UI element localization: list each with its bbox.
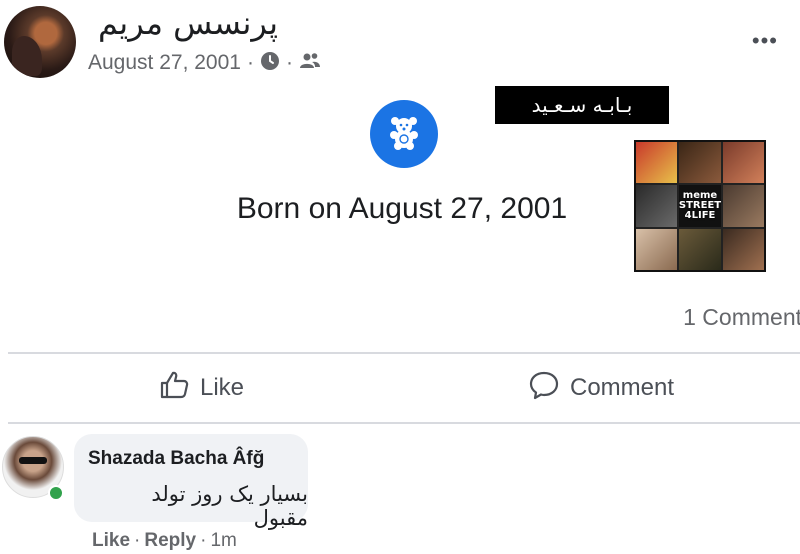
meme-tile <box>636 228 677 270</box>
teddy-bear-icon <box>384 112 424 157</box>
comment-reply-link[interactable]: Reply <box>144 530 196 552</box>
meme-tile <box>678 228 722 270</box>
comment-text: بسیار یک روز تولد مقبول <box>151 482 308 530</box>
author-avatar[interactable] <box>4 6 76 78</box>
author-name[interactable]: پرنسس مریم <box>98 4 278 42</box>
thumbs-up-icon <box>158 369 190 408</box>
comment-label: Comment <box>570 374 675 401</box>
life-event-text-row: Born on August 27, 2001 <box>0 192 800 226</box>
like-label: Like <box>200 374 245 401</box>
online-status-badge <box>48 485 64 501</box>
clock-icon <box>260 51 280 76</box>
divider <box>8 422 800 424</box>
comment-meta-separator: · <box>134 530 141 551</box>
comment-meta-separator: · <box>200 530 207 551</box>
comment-bubble-icon <box>528 369 560 408</box>
meme-tile <box>723 142 764 184</box>
overlay-label: بـابـه سـعـید <box>495 86 669 124</box>
post-date[interactable]: August 27, 2001 <box>88 51 241 75</box>
life-event-icon-circle <box>370 100 438 168</box>
post-meta: August 27, 2001 · · <box>88 50 321 76</box>
meme-tile <box>723 228 764 270</box>
comment-like-link[interactable]: Like <box>92 530 130 552</box>
meme-tile <box>678 142 722 184</box>
comment-count[interactable]: 1 Comment <box>683 304 800 331</box>
comment-button[interactable]: Comment <box>528 366 674 410</box>
like-button[interactable]: Like <box>158 366 244 410</box>
commenter-name[interactable]: Shazada Bacha Âfğ <box>88 448 264 470</box>
comment-time[interactable]: 1m <box>210 530 236 552</box>
more-options-icon[interactable]: ••• <box>752 28 778 54</box>
meta-separator-2: · <box>285 51 293 74</box>
divider <box>8 352 800 354</box>
meme-tile <box>636 142 677 184</box>
comment-actions: Like · Reply · 1m <box>92 530 237 552</box>
friends-icon[interactable] <box>299 51 321 76</box>
meta-separator: · <box>246 51 254 74</box>
life-event-text: Born on August 27, 2001 <box>236 192 568 225</box>
